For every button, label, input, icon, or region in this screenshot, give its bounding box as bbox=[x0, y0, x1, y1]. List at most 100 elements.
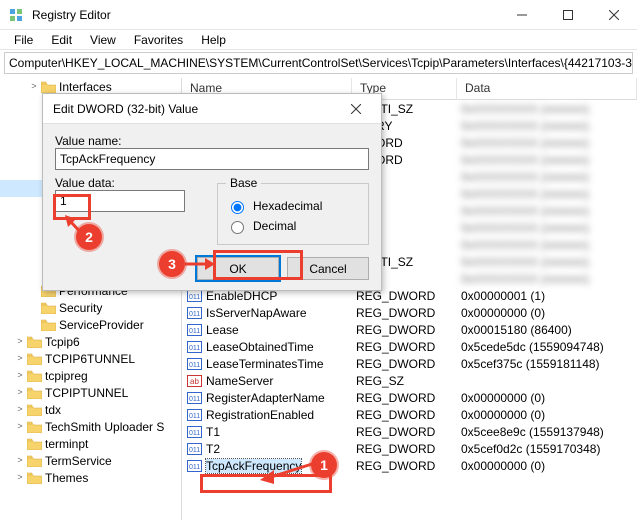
base-legend: Base bbox=[226, 176, 261, 190]
list-row[interactable]: 011LeaseREG_DWORD0x00015180 (86400) bbox=[182, 321, 637, 338]
tree-item[interactable]: > TCPIPTUNNEL bbox=[0, 384, 181, 401]
radio-dec[interactable]: Decimal bbox=[226, 216, 360, 236]
svg-text:011: 011 bbox=[189, 447, 200, 454]
chevron-icon[interactable]: > bbox=[14, 388, 26, 398]
value-type: REG_DWORD bbox=[352, 459, 457, 473]
radio-hex-input[interactable] bbox=[231, 201, 244, 214]
col-data[interactable]: Data bbox=[457, 78, 637, 99]
folder-icon bbox=[40, 80, 56, 94]
list-row[interactable]: 011LeaseObtainedTimeREG_DWORD0x5cede5dc … bbox=[182, 338, 637, 355]
tree-item-label: TermService bbox=[45, 454, 112, 468]
tree-item[interactable]: >tdx bbox=[0, 401, 181, 418]
tree-item[interactable]: > TCPIP6TUNNEL bbox=[0, 350, 181, 367]
tree-item[interactable]: >TechSmith Uploader S bbox=[0, 418, 181, 435]
tree-item[interactable]: > tcpipreg bbox=[0, 367, 181, 384]
value-name: RegisterAdapterName bbox=[206, 391, 325, 405]
binary-value-icon: 011 bbox=[186, 408, 202, 422]
value-name: T2 bbox=[206, 442, 220, 456]
tree-item-label: tcpipreg bbox=[45, 369, 88, 383]
value-data-field[interactable] bbox=[55, 190, 185, 212]
app-icon bbox=[8, 7, 24, 23]
dialog-close-button[interactable] bbox=[341, 94, 371, 124]
value-data: 0xXXXXXXXX (nnnnnn) bbox=[457, 170, 637, 184]
list-row[interactable]: 011RegistrationEnabledREG_DWORD0x0000000… bbox=[182, 406, 637, 423]
value-type: REG_DWORD bbox=[352, 391, 457, 405]
folder-icon bbox=[26, 403, 42, 417]
tree-item[interactable]: ServiceProvider bbox=[0, 316, 181, 333]
folder-icon bbox=[40, 318, 56, 332]
annotation-callout-1: 1 bbox=[311, 452, 337, 478]
cancel-button[interactable]: Cancel bbox=[287, 257, 369, 280]
menu-help[interactable]: Help bbox=[193, 32, 234, 48]
string-value-icon: ab bbox=[186, 374, 202, 388]
value-data: 0x00000000 (0) bbox=[457, 306, 637, 320]
radio-dec-input[interactable] bbox=[231, 221, 244, 234]
tree-item-label: TCPIP6TUNNEL bbox=[45, 352, 135, 366]
folder-icon bbox=[26, 352, 42, 366]
value-name: T1 bbox=[206, 425, 220, 439]
list-row[interactable]: 011TcpAckFrequencyREG_DWORD0x00000000 (0… bbox=[182, 457, 637, 474]
chevron-icon[interactable]: > bbox=[14, 337, 26, 347]
chevron-icon[interactable]: > bbox=[14, 405, 26, 415]
addressbar[interactable]: Computer\HKEY_LOCAL_MACHINE\SYSTEM\Curre… bbox=[4, 52, 633, 74]
value-data: 0x5cee8e9c (1559137948) bbox=[457, 425, 637, 439]
list-row[interactable]: 011 LeaseTerminatesTime REG_DWORD0x5cef375… bbox=[182, 355, 637, 372]
binary-value-icon: 011 bbox=[186, 442, 202, 456]
chevron-icon[interactable]: > bbox=[14, 456, 26, 466]
radio-hex[interactable]: Hexadecimal bbox=[226, 196, 360, 216]
value-data: 0x00015180 (86400) bbox=[457, 323, 637, 337]
dialog-titlebar[interactable]: Edit DWORD (32-bit) Value bbox=[43, 94, 381, 124]
value-data: 0xXXXXXXXX (nnnnnn) bbox=[457, 136, 637, 150]
svg-text:011: 011 bbox=[189, 362, 200, 369]
value-type: REG_DWORD bbox=[352, 323, 457, 337]
chevron-icon[interactable]: > bbox=[14, 371, 26, 381]
value-data: 0x5cef0d2c (1559170348) bbox=[457, 442, 637, 456]
menu-view[interactable]: View bbox=[82, 32, 124, 48]
svg-text:011: 011 bbox=[189, 294, 200, 301]
chevron-icon[interactable]: > bbox=[14, 354, 26, 364]
value-data-label: Value data: bbox=[55, 176, 205, 190]
list-row[interactable]: 011IsServerNapAwareREG_DWORD0x00000000 (… bbox=[182, 304, 637, 321]
value-data: 0x5cef375c (1559181148) bbox=[457, 357, 637, 371]
menu-edit[interactable]: Edit bbox=[43, 32, 80, 48]
dialog-title: Edit DWORD (32-bit) Value bbox=[53, 102, 198, 116]
tree-item[interactable]: Security bbox=[0, 299, 181, 316]
tree-item[interactable]: >Tcpip6 bbox=[0, 333, 181, 350]
base-fieldset: Base Hexadecimal Decimal bbox=[217, 176, 369, 245]
tree-item-label: ServiceProvider bbox=[59, 318, 144, 332]
tree-item[interactable]: > Themes bbox=[0, 469, 181, 486]
svg-text:011: 011 bbox=[189, 464, 200, 471]
value-data: 0xXXXXXXXX (nnnnnn) bbox=[457, 255, 637, 269]
maximize-button[interactable] bbox=[545, 0, 591, 30]
close-button[interactable] bbox=[591, 0, 637, 30]
value-data: 0x00000000 (0) bbox=[457, 459, 637, 473]
value-name: LeaseTerminatesTime bbox=[206, 357, 324, 371]
folder-icon bbox=[26, 386, 42, 400]
menu-file[interactable]: File bbox=[6, 32, 41, 48]
chevron-icon[interactable]: > bbox=[28, 82, 40, 92]
chevron-icon[interactable]: > bbox=[14, 422, 26, 432]
list-row[interactable]: 011RegisterAdapterNameREG_DWORD0x0000000… bbox=[182, 389, 637, 406]
folder-icon bbox=[40, 301, 56, 315]
tree-item-label: Interfaces bbox=[59, 80, 112, 94]
chevron-icon[interactable]: > bbox=[14, 473, 26, 483]
list-row[interactable]: 011T2REG_DWORD0x5cef0d2c (1559170348) bbox=[182, 440, 637, 457]
tree-item[interactable]: terminpt bbox=[0, 435, 181, 452]
binary-value-icon: 011 bbox=[186, 340, 202, 354]
value-data: 0xXXXXXXXX (nnnnnn) bbox=[457, 272, 637, 286]
minimize-button[interactable] bbox=[499, 0, 545, 30]
menu-favorites[interactable]: Favorites bbox=[126, 32, 191, 48]
value-type: REG_DWORD bbox=[352, 340, 457, 354]
value-data: 0xXXXXXXXX (nnnnnn) bbox=[457, 238, 637, 252]
value-name-field[interactable] bbox=[55, 148, 369, 170]
value-name-label: Value name: bbox=[55, 134, 369, 148]
folder-icon bbox=[26, 335, 42, 349]
tree-item[interactable]: > TermService bbox=[0, 452, 181, 469]
tree-item-label: TCPIPTUNNEL bbox=[45, 386, 128, 400]
value-type: REG_DWORD bbox=[352, 357, 457, 371]
list-row[interactable]: abNameServerREG_SZ bbox=[182, 372, 637, 389]
value-data: 0xXXXXXXXX (nnnnnn) bbox=[457, 153, 637, 167]
folder-icon bbox=[26, 420, 42, 434]
list-row[interactable]: 011T1REG_DWORD0x5cee8e9c (1559137948) bbox=[182, 423, 637, 440]
tree-item-label: Themes bbox=[45, 471, 88, 485]
